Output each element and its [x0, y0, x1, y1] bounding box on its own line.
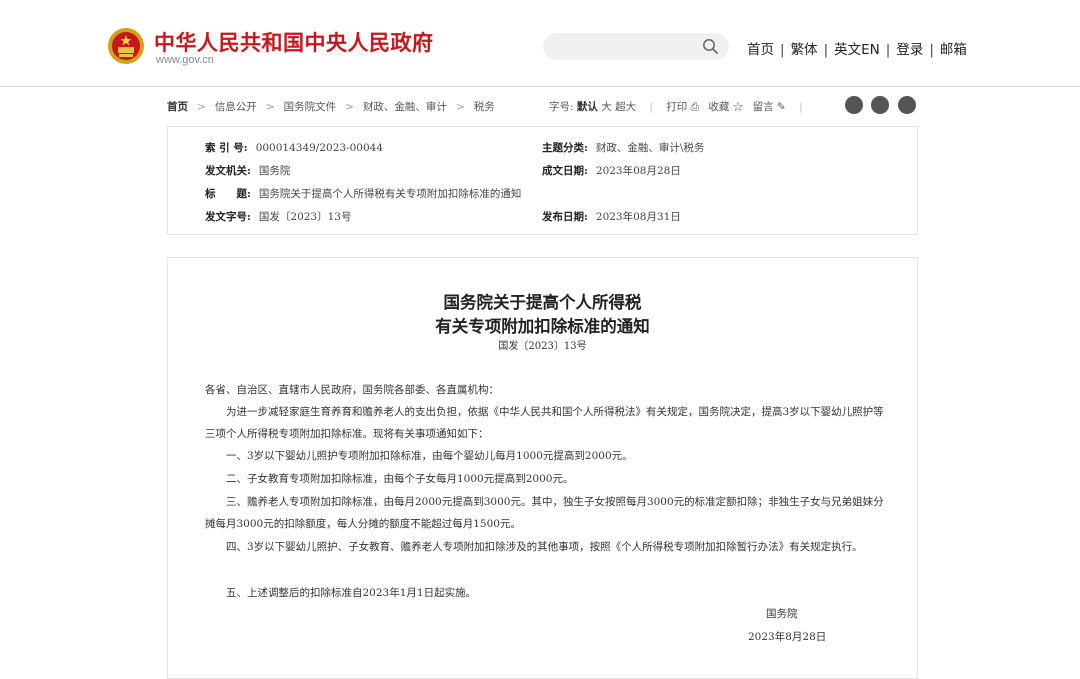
- article-paragraph: 二、子女教育专项附加扣除标准，由每个子女每月1000元提高到2000元。: [205, 473, 574, 485]
- print-label: 打印: [666, 101, 688, 113]
- signature-org: 国务院: [766, 608, 798, 620]
- comment-button[interactable]: 留言 ✎: [753, 101, 786, 113]
- weibo-icon[interactable]: [845, 96, 863, 114]
- info-label: 发布日期:: [542, 211, 588, 223]
- article-title-line1: 国务院关于提高个人所得税: [443, 293, 642, 312]
- article-docno: 国发〔2023〕13号: [498, 341, 587, 352]
- info-value: 2023年08月31日: [595, 211, 681, 223]
- tools-separator: |: [649, 101, 653, 113]
- search-input[interactable]: [543, 33, 729, 60]
- print-button[interactable]: 打印 ⎙: [666, 101, 699, 113]
- info-label: 标 题:: [205, 188, 251, 200]
- comment-label: 留言: [752, 101, 774, 113]
- info-value: 国发〔2023〕13号: [258, 211, 352, 223]
- article-salutation: 各省、自治区、直辖市人民政府，国务院各部委、各直属机构：: [205, 384, 499, 396]
- info-value: 000014349/2023-00044: [255, 142, 384, 154]
- nav-traditional[interactable]: 繁体: [791, 42, 818, 58]
- pencil-icon: ✎: [773, 101, 786, 113]
- info-title: 标 题: 国务院关于提高个人所得税有关专项附加扣除标准的通知: [205, 186, 521, 201]
- chevron-right-icon: >: [197, 101, 206, 113]
- info-value: 国务院: [258, 165, 291, 177]
- nav-english[interactable]: 英文EN: [834, 42, 880, 58]
- printer-icon: ⎙: [687, 101, 700, 113]
- tools-separator: |: [799, 101, 803, 113]
- info-topic: 主题分类: 财政、金融、审计\税务: [542, 140, 704, 155]
- favorite-share-icon[interactable]: [898, 96, 916, 114]
- info-pubdate: 发布日期: 2023年08月31日: [542, 209, 681, 224]
- nav-mail[interactable]: 邮箱: [940, 42, 967, 58]
- breadcrumb-item[interactable]: 首页: [167, 101, 188, 113]
- document-info-box: 索 引 号: 000014349/2023-00044 主题分类: 财政、金融、审计…: [167, 126, 918, 235]
- breadcrumb-item[interactable]: 信息公开: [215, 101, 257, 113]
- site-title[interactable]: 中华人民共和国中央人民政府: [154, 27, 434, 57]
- article-body: 国务院关于提高个人所得税 有关专项附加扣除标准的通知 国发〔2023〕13号 各…: [167, 257, 918, 679]
- national-emblem-icon[interactable]: [107, 27, 145, 65]
- article-paragraph: 四、3岁以下婴幼儿照护、子女教育、赡养老人专项附加扣除涉及的其他事项，按照《个人…: [205, 541, 863, 553]
- top-nav: 首页 | 繁体 | 英文EN | 登录 | 邮箱: [747, 38, 967, 58]
- font-size-large[interactable]: 大: [601, 101, 612, 113]
- breadcrumb: 首页 > 信息公开 > 国务院文件 > 财政、金融、审计 > 税务 字号: 默认 大 超大 | …: [167, 95, 917, 117]
- font-size-xlarge[interactable]: 超大: [615, 101, 636, 113]
- star-icon: ☆: [729, 101, 744, 113]
- nav-separator: |: [929, 42, 934, 58]
- info-label: 主题分类:: [542, 142, 588, 154]
- nav-separator: |: [885, 42, 891, 58]
- wechat-icon[interactable]: [871, 96, 889, 114]
- site-url: www.gov.cn: [156, 54, 214, 66]
- breadcrumb-item[interactable]: 税务: [474, 101, 495, 113]
- info-label: 发文机关:: [205, 165, 251, 177]
- article-paragraph: 五、上述调整后的扣除标准自2023年1月1日起实施。: [205, 587, 477, 599]
- info-label: 成文日期:: [542, 165, 588, 177]
- favorite-button[interactable]: 收藏 ☆: [708, 101, 743, 113]
- chevron-right-icon: >: [345, 101, 354, 113]
- font-size-default[interactable]: 默认: [577, 101, 598, 113]
- nav-separator: |: [823, 42, 829, 58]
- article-paragraph: 三、赡养老人专项附加扣除标准，由每月2000元提高到3000元。其中，独生子女按…: [205, 496, 884, 530]
- info-value: 财政、金融、审计\税务: [595, 142, 705, 154]
- chevron-right-icon: >: [265, 101, 275, 113]
- info-docno: 发文字号: 国发〔2023〕13号: [205, 209, 351, 224]
- favorite-label: 收藏: [708, 101, 730, 113]
- info-issuer: 发文机关: 国务院: [205, 163, 290, 178]
- info-index: 索 引 号: 000014349/2023-00044: [205, 140, 383, 155]
- font-size-label: 字号:: [549, 101, 574, 113]
- article-paragraph: 为进一步减轻家庭生育养育和赡养老人的支出负担，依据《中华人民共和国个人所得税法》…: [205, 406, 884, 440]
- search-icon[interactable]: [702, 38, 719, 55]
- nav-home[interactable]: 首页: [747, 42, 774, 58]
- info-label: 发文字号:: [205, 211, 251, 223]
- info-value: 2023年08月28日: [595, 165, 681, 177]
- nav-separator: |: [780, 42, 785, 58]
- article-paragraph: 一、3岁以下婴幼儿照护专项附加扣除标准，由每个婴幼儿每月1000元提高到2000…: [205, 450, 633, 462]
- signature-date: 2023年8月28日: [748, 631, 827, 643]
- page-tools: 字号: 默认 大 超大 | 打印 ⎙ 收藏 ☆ 留言 ✎ |: [549, 99, 813, 114]
- chevron-right-icon: >: [455, 101, 465, 113]
- info-date: 成文日期: 2023年08月28日: [542, 163, 681, 178]
- breadcrumb-item[interactable]: 财政、金融、审计: [363, 101, 447, 113]
- nav-login[interactable]: 登录: [896, 42, 923, 58]
- breadcrumb-item[interactable]: 国务院文件: [284, 101, 337, 113]
- site-header: 中华人民共和国中央人民政府 www.gov.cn 首页 | 繁体 | 英文EN | 登录 | 邮…: [0, 0, 1080, 87]
- info-value: 国务院关于提高个人所得税有关专项附加扣除标准的通知: [258, 188, 522, 200]
- article-title-line2: 有关专项附加扣除标准的通知: [435, 317, 650, 336]
- info-label: 索 引 号:: [205, 142, 248, 154]
